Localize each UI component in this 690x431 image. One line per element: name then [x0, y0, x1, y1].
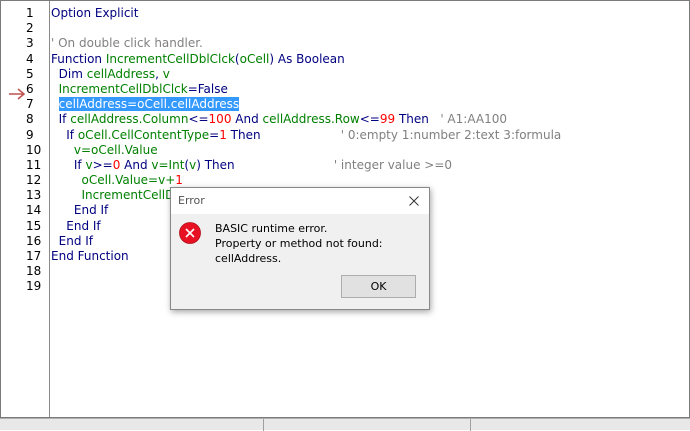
code-token: IncrementCellDblClck — [105, 51, 235, 66]
code-line[interactable]: ' On double click handler. — [51, 36, 689, 51]
line-number: 2 — [26, 21, 34, 36]
code-token: v — [85, 157, 93, 172]
code-token: ) Then — [196, 157, 334, 172]
line-number: 3 — [26, 36, 34, 51]
code-token: And — [120, 157, 152, 172]
code-token: cellAddress — [86, 66, 156, 81]
code-token: IncrementCellDblClck — [58, 81, 188, 96]
line-number: 7 — [26, 97, 34, 112]
line-number-margin[interactable]: 1 2 3 4 5 6 7 8 9 10 11 12 13 14 15 16 17 18 19 — [1, 1, 50, 417]
ok-button[interactable]: OK — [341, 275, 416, 298]
code-line[interactable] — [51, 21, 689, 36]
line-number: 5 — [26, 66, 34, 81]
error-icon — [179, 222, 201, 244]
error-message-line: BASIC runtime error. — [215, 222, 328, 235]
code-line[interactable]: Dim cellAddress, v — [51, 67, 689, 82]
code-token: cellAddress.Column — [70, 112, 189, 127]
code-token: >= — [92, 157, 113, 172]
code-token: And — [231, 112, 263, 127]
dialog-title: Error — [178, 194, 205, 207]
status-bar — [0, 418, 690, 431]
code-line[interactable]: v=oCell.Value — [51, 143, 689, 158]
line-number: 16 — [26, 233, 42, 248]
error-message-line: Property or method not found: cellAddres… — [215, 237, 383, 265]
code-token: oCell — [239, 51, 270, 66]
close-icon — [409, 196, 419, 206]
code-token: Dim — [51, 66, 87, 81]
error-message: BASIC runtime error. Property or method … — [215, 221, 429, 266]
code-line[interactable]: IncrementCellDblClck=False — [51, 82, 689, 97]
code-token: 1 — [175, 173, 183, 188]
code-token: Option Explicit — [51, 6, 139, 20]
code-token: If — [51, 157, 86, 172]
line-number: 18 — [26, 264, 42, 279]
code-token: = — [209, 127, 220, 142]
code-token: ' A1:AA100 — [440, 112, 507, 127]
line-number: 11 — [26, 157, 42, 172]
line-number: 6 — [26, 81, 34, 96]
line-number: 4 — [26, 51, 34, 66]
code-token: oCell.Value=v+ — [81, 173, 176, 188]
code-line[interactable]: cellAddress=oCell.cellAddress — [51, 97, 689, 112]
dialog-close-button[interactable] — [403, 191, 425, 211]
code-token: Then — [395, 112, 441, 127]
line-number: 10 — [26, 142, 42, 157]
line-number: 1 — [26, 6, 34, 20]
line-numbers: 1 2 3 4 5 6 7 8 9 10 11 12 13 14 15 16 17 18 19 — [26, 6, 50, 295]
current-line-arrow-icon — [9, 88, 26, 100]
line-number: 9 — [26, 127, 34, 142]
code-token: ' 0:empty 1:number 2:text 3:formula — [340, 127, 562, 142]
code-token: End Function — [51, 249, 129, 263]
code-token: If — [51, 127, 78, 142]
code-token: Then — [226, 127, 341, 142]
code-token: =False — [187, 81, 228, 96]
error-dialog: Error BASIC runtime error. Property or m… — [170, 187, 430, 310]
line-number: 14 — [26, 203, 42, 218]
selected-code: cellAddress=oCell.cellAddress — [58, 97, 240, 112]
code-token: v=oCell.Value — [73, 142, 158, 157]
line-number: 13 — [26, 188, 42, 203]
line-number: 8 — [26, 112, 34, 127]
status-bar-divider — [263, 419, 264, 431]
code-token: 99 — [379, 112, 396, 127]
code-token: Function — [51, 51, 106, 66]
line-number: 17 — [26, 249, 42, 263]
code-token: <= — [188, 112, 209, 127]
code-token: oCell.CellContentType — [77, 127, 210, 142]
code-token: 100 — [208, 112, 232, 127]
code-token: End If — [51, 203, 109, 218]
code-token: cellAddress.Row — [262, 112, 360, 127]
code-token: v — [162, 66, 170, 81]
code-line[interactable]: If cellAddress.Column<=100 And cellAddre… — [51, 112, 689, 127]
code-token: If — [51, 112, 71, 127]
code-token: ' On double click handler. — [51, 36, 203, 51]
line-number: 19 — [26, 279, 42, 294]
code-token: <= — [359, 112, 380, 127]
line-number: 12 — [26, 173, 42, 188]
code-line[interactable]: oCell.Value=v+1 — [51, 173, 689, 188]
code-line[interactable]: If oCell.CellContentType=1 Then ' 0:empt… — [51, 128, 689, 143]
code-token: ) As Boolean — [269, 51, 345, 66]
code-token: End If — [51, 233, 94, 248]
dialog-title-bar: Error — [171, 188, 429, 214]
code-line[interactable]: Function IncrementCellDblClck(oCell) As … — [51, 52, 689, 67]
code-token: End If — [51, 218, 101, 233]
code-token: 1 — [219, 127, 227, 142]
code-token: v=Int — [151, 157, 185, 172]
line-number: 15 — [26, 218, 42, 233]
code-line[interactable]: Option Explicit — [51, 6, 689, 21]
code-token: ' integer value >=0 — [333, 157, 453, 172]
status-bar-divider — [470, 419, 471, 431]
code-line[interactable]: If v>=0 And v=Int(v) Then ' integer valu… — [51, 158, 689, 173]
code-token: , — [155, 66, 163, 81]
